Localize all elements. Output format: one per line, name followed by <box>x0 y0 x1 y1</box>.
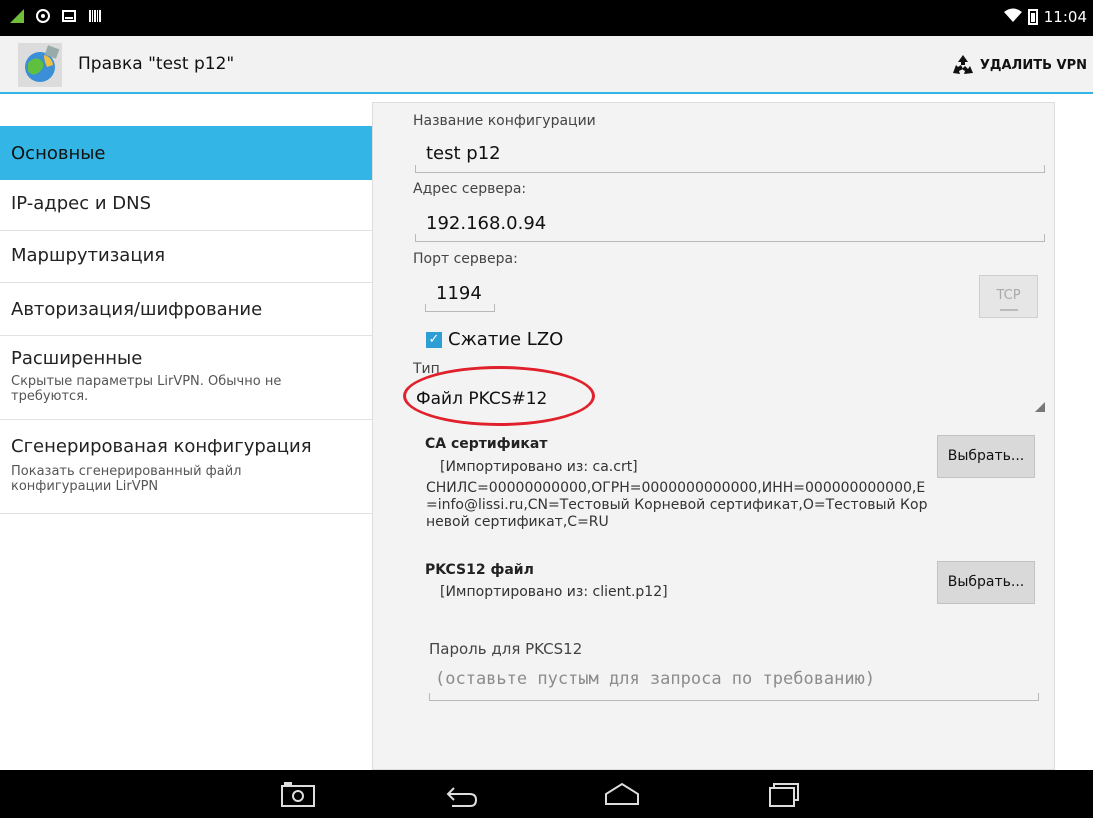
signal-icon <box>10 8 24 23</box>
server-port-input[interactable]: 1194 <box>436 283 482 304</box>
delete-vpn-label: УДАЛИТЬ VPN <box>979 57 1087 73</box>
menu-item-basic[interactable]: Основные <box>0 126 372 180</box>
menu-item-title: IP-адрес и DNS <box>11 193 152 214</box>
globe-icon <box>25 45 60 82</box>
tcp-toggle-button[interactable]: TCP <box>979 275 1038 318</box>
config-name-underline <box>415 165 1045 173</box>
server-port-underline <box>425 304 495 312</box>
status-bar: 11:04 <box>0 0 1093 36</box>
status-icons-right: 11:04 <box>1003 8 1087 26</box>
menu-item-title: Расширенные <box>11 348 143 369</box>
pkcs12-file-title: PKCS12 файл <box>425 562 534 578</box>
menu-item-subtitle: Скрытые параметры LirVPN. Обычно не треб… <box>11 374 282 404</box>
screenshot-button[interactable] <box>278 780 318 812</box>
recent-apps-icon <box>769 783 799 807</box>
home-button[interactable] <box>602 780 642 812</box>
spinner-arrow-icon <box>1035 402 1045 412</box>
menu-item-generated-config[interactable]: Сгенерированая конфигурация Показать сге… <box>0 420 372 514</box>
app-icon[interactable] <box>18 43 62 87</box>
home-icon <box>605 782 639 805</box>
server-address-input[interactable]: 192.168.0.94 <box>426 213 546 234</box>
action-bar: Правка "test p12" УДАЛИТЬ VPN <box>0 36 1093 94</box>
lzo-label: Сжатие LZO <box>448 329 564 350</box>
battery-icon <box>1027 9 1038 25</box>
menu-item-auth-encryption[interactable]: Авторизация/шифрование <box>0 283 372 336</box>
back-icon <box>446 787 478 807</box>
clock: 11:04 <box>1043 8 1087 26</box>
camera-icon <box>36 8 50 23</box>
menu-item-title: Основные <box>11 143 106 164</box>
lzo-checkbox[interactable]: ✓ <box>426 332 442 348</box>
barcode-icon <box>88 8 102 22</box>
page-title: Правка "test p12" <box>78 54 235 74</box>
camera-icon <box>281 782 315 807</box>
config-name-label: Название конфигурации <box>413 113 596 129</box>
recent-apps-button[interactable] <box>762 780 802 812</box>
back-button[interactable] <box>440 780 480 812</box>
menu-item-advanced[interactable]: Расширенные Скрытые параметры LirVPN. Об… <box>0 336 372 420</box>
settings-panel: Название конфигурации test p12 Адрес сер… <box>372 102 1055 770</box>
ca-certificate-title: CA сертификат <box>425 436 548 452</box>
ca-choose-button[interactable]: Выбрать... <box>937 435 1035 478</box>
server-address-underline <box>415 234 1045 242</box>
status-icons-left <box>10 8 102 23</box>
config-name-input[interactable]: test p12 <box>426 143 501 164</box>
ca-certificate-details: СНИЛС=00000000000,ОГРН=0000000000000,ИНН… <box>426 480 928 530</box>
wifi-icon <box>1003 8 1022 26</box>
highlight-circle <box>403 366 595 426</box>
pkcs12-password-underline <box>429 693 1039 701</box>
navigation-bar <box>0 770 1093 818</box>
menu-item-title: Маршрутизация <box>11 245 166 266</box>
settings-menu: Основные IP-адрес и DNS Маршрутизация Ав… <box>0 96 372 768</box>
pkcs12-file-source: [Импортировано из: client.p12] <box>440 584 668 600</box>
server-port-label: Порт сервера: <box>413 251 518 267</box>
pkcs12-password-label: Пароль для PKCS12 <box>429 640 583 658</box>
server-address-label: Адрес сервера: <box>413 181 527 197</box>
menu-item-title: Сгенерированая конфигурация <box>11 436 312 457</box>
pkcs12-password-input[interactable]: (оставьте пустым для запроса по требован… <box>435 669 875 689</box>
menu-item-routing[interactable]: Маршрутизация <box>0 231 372 283</box>
menu-item-subtitle: Показать сгенерированный файл конфигурац… <box>11 464 242 494</box>
ca-certificate-source: [Импортировано из: ca.crt] <box>440 459 638 475</box>
menu-item-title: Авторизация/шифрование <box>11 299 263 320</box>
image-icon <box>62 8 76 22</box>
pkcs12-choose-button[interactable]: Выбрать... <box>937 561 1035 604</box>
menu-item-ip-dns[interactable]: IP-адрес и DNS <box>0 180 372 231</box>
recycle-icon <box>952 55 973 74</box>
delete-vpn-button[interactable]: УДАЛИТЬ VPN <box>950 53 1087 77</box>
